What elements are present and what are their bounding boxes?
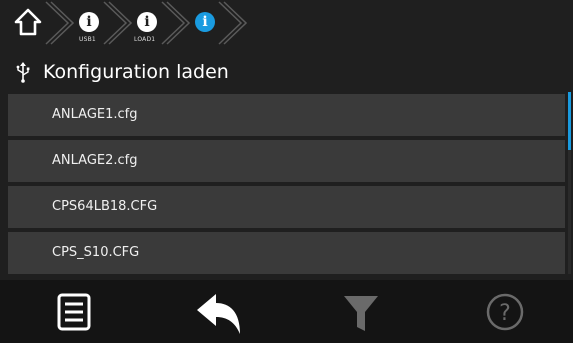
page-title: Konfiguration laden [43,61,229,83]
breadcrumb: i USB1 i LOAD1 i [0,0,573,46]
list-item[interactable]: ANLAGE1.cfg [8,94,565,136]
list-item[interactable]: ANLAGE2.cfg [8,140,565,182]
list-item[interactable]: CPS64LB18.CFG [8,186,565,228]
chevron-right-icon [45,1,74,45]
breadcrumb-item-load1-icon[interactable]: i [137,12,157,32]
file-list: ANLAGE1.cfg ANLAGE2.cfg CPS64LB18.CFG CP… [8,94,565,274]
home-icon[interactable] [14,8,42,36]
file-name: CPS_S10.CFG [52,245,140,260]
app-screen: i USB1 i LOAD1 i Konfiguration laden ANL… [0,0,573,343]
usb-icon [16,62,30,83]
file-name: ANLAGE1.cfg [52,107,138,122]
breadcrumb-item-load1-label: LOAD1 [134,36,156,43]
breadcrumb-item-usb1-icon[interactable]: i [79,12,99,32]
file-name: ANLAGE2.cfg [52,153,138,168]
breadcrumb-item-current-icon[interactable]: i [195,12,215,32]
breadcrumb-item-usb1-label: USB1 [79,36,96,43]
page-header: Konfiguration laden [0,52,573,92]
chevron-right-icon [103,1,132,45]
chevron-right-icon [161,1,190,45]
help-icon: ? [486,293,524,331]
chevron-right-icon [218,1,247,45]
scrollbar-thumb[interactable] [568,92,571,150]
svg-text:?: ? [499,301,511,326]
file-name: CPS64LB18.CFG [52,199,158,214]
back-arrow-icon[interactable] [194,280,246,343]
list-item[interactable]: CPS_S10.CFG [8,232,565,274]
bottom-toolbar: ? [0,280,573,343]
filter-icon [344,296,378,331]
menu-list-icon[interactable] [54,280,98,343]
